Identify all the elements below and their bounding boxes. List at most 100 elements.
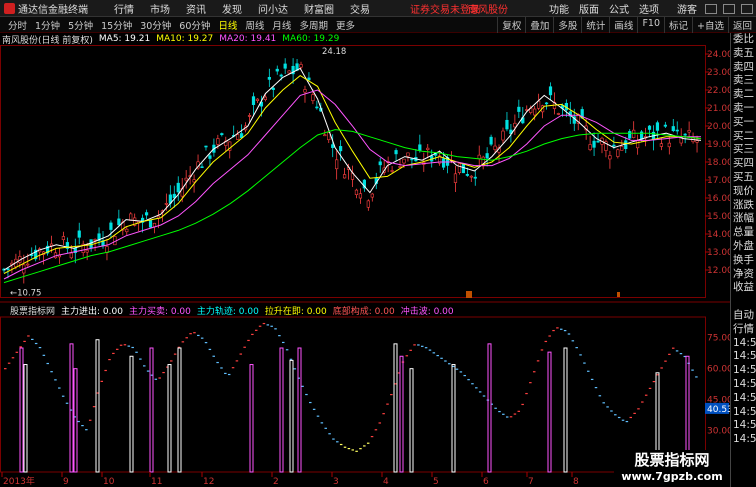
candle-body (398, 166, 402, 168)
sidebar-item: 涨跌 (733, 198, 754, 211)
menu-news[interactable]: 资讯 (178, 1, 214, 16)
menu-trade[interactable]: 交易 (342, 1, 378, 16)
candle-body (489, 136, 493, 145)
candle-body (632, 129, 636, 138)
menu-guest[interactable]: 游客 (672, 1, 702, 16)
menu-ask[interactable]: 问小达 (250, 1, 296, 16)
menu-function[interactable]: 功能 (544, 1, 574, 16)
price-tick-label: 13.00 (707, 248, 730, 258)
indicator-bar (69, 343, 74, 473)
indicator-bar (149, 347, 154, 473)
period-60min[interactable]: 60分钟 (175, 18, 214, 32)
sidebar-item: 买一 (733, 115, 754, 128)
event-marker-2 (617, 292, 620, 297)
kline-chart[interactable]: 24.00 23.00 22.00 21.00 20.00 19.00 18.00 17.00… (0, 45, 730, 487)
period-30min[interactable]: 30分钟 (136, 18, 175, 32)
candle-body (683, 133, 687, 136)
minimize-button[interactable] (705, 3, 717, 14)
sidebar-item: 涨幅 (733, 212, 754, 225)
candle-body (410, 158, 414, 161)
indicator-bar (393, 343, 398, 473)
ind-main-track: 主力轨迹: 0.00 (196, 306, 259, 317)
period-5min[interactable]: 5分钟 (64, 18, 97, 32)
tool-fuquan[interactable]: 复权 (497, 17, 525, 33)
price-tick-label: 19.00 (707, 140, 730, 150)
tool-overlay[interactable]: 叠加 (525, 17, 553, 33)
current-value-label: 40.53 (707, 405, 730, 415)
menu-hq[interactable]: 行情 (106, 1, 142, 16)
indicator-bar (487, 343, 492, 473)
ind-tick-label: 60.00 (707, 365, 730, 375)
ind-tick-label: 30.00 (707, 427, 730, 437)
low-price-label: ←10.75 (10, 289, 41, 299)
sidebar-item: 买五 (733, 170, 754, 183)
candle-body (164, 203, 168, 205)
watermark: 股票指标网 www.7gpzb.com (614, 450, 730, 487)
candle-body (505, 119, 509, 130)
indicator-bar (563, 347, 568, 473)
period-1min[interactable]: 1分钟 (31, 18, 64, 32)
tool-back[interactable]: 返回 (727, 17, 756, 33)
ma10-value: MA10: 19.27 (156, 34, 214, 44)
period-daily[interactable]: 日线 (214, 18, 241, 32)
menu-discover[interactable]: 发现 (214, 1, 250, 16)
close-button[interactable] (741, 3, 753, 14)
sidebar-item: 14:5 (733, 419, 756, 432)
indicator-bar (297, 347, 302, 473)
indicator-bar (451, 364, 456, 473)
tool-mark[interactable]: 标记 (664, 17, 692, 33)
sidebar-item: 14:5 (733, 364, 756, 377)
period-more[interactable]: 更多 (332, 18, 359, 32)
tool-f10[interactable]: F10 (637, 17, 664, 33)
period-monthly[interactable]: 月线 (268, 18, 295, 32)
x-tick-label: 6 (483, 477, 489, 487)
price-tick-label: 24.00 (707, 50, 730, 60)
sidebar-item: 行情 (733, 322, 754, 335)
candle-body (61, 236, 66, 240)
menu-wealth[interactable]: 财富圈 (296, 1, 342, 16)
sidebar-item: 14:5 (733, 350, 756, 363)
candle-body (287, 70, 291, 74)
menu-formula[interactable]: 公式 (604, 1, 634, 16)
candle-body (26, 263, 30, 266)
ind-bottom: 底部构成: 0.00 (332, 306, 395, 317)
period-multi[interactable]: 多周期 (295, 18, 332, 32)
candle-body (144, 212, 149, 216)
indicator-bar (399, 355, 404, 473)
event-marker (466, 291, 472, 298)
candle-body (204, 145, 208, 148)
candle-body (663, 124, 667, 127)
candle-body (687, 130, 691, 133)
menu-market[interactable]: 市场 (142, 1, 178, 16)
candle-body (271, 87, 275, 90)
maximize-button[interactable] (723, 3, 735, 14)
candle-body (77, 230, 81, 238)
candle-body (612, 144, 616, 147)
notice-stock[interactable]: 南风股份 (468, 1, 508, 16)
tool-add-watch[interactable]: +自选 (692, 17, 728, 33)
x-tick-label: 5 (433, 477, 439, 487)
period-weekly[interactable]: 周线 (241, 18, 268, 32)
tool-stats[interactable]: 统计 (581, 17, 609, 33)
indicator-bar (167, 364, 172, 473)
price-tick-label: 22.00 (707, 86, 730, 96)
tool-draw[interactable]: 画线 (609, 17, 637, 33)
period-fenshi[interactable]: 分时 (4, 18, 31, 32)
menu-options[interactable]: 选项 (634, 1, 664, 16)
candle-body (441, 158, 446, 168)
sidebar-item: 14:5 (733, 336, 756, 349)
candle-body (275, 68, 279, 72)
period-15min[interactable]: 15分钟 (97, 18, 136, 32)
ma-line-ma60 (3, 129, 702, 284)
candle-body (537, 100, 541, 109)
x-tick-label: 2 (273, 477, 279, 487)
indicator-bar (129, 355, 134, 473)
tool-multistock[interactable]: 多股 (553, 17, 581, 33)
candle-body (647, 125, 652, 130)
candle-body (125, 228, 129, 233)
indicator-bar (95, 339, 100, 473)
price-tick-label: 15.00 (707, 212, 730, 222)
price-tick-label: 16.00 (707, 194, 730, 204)
menu-layout[interactable]: 版面 (574, 1, 604, 16)
candle-body (208, 155, 212, 159)
